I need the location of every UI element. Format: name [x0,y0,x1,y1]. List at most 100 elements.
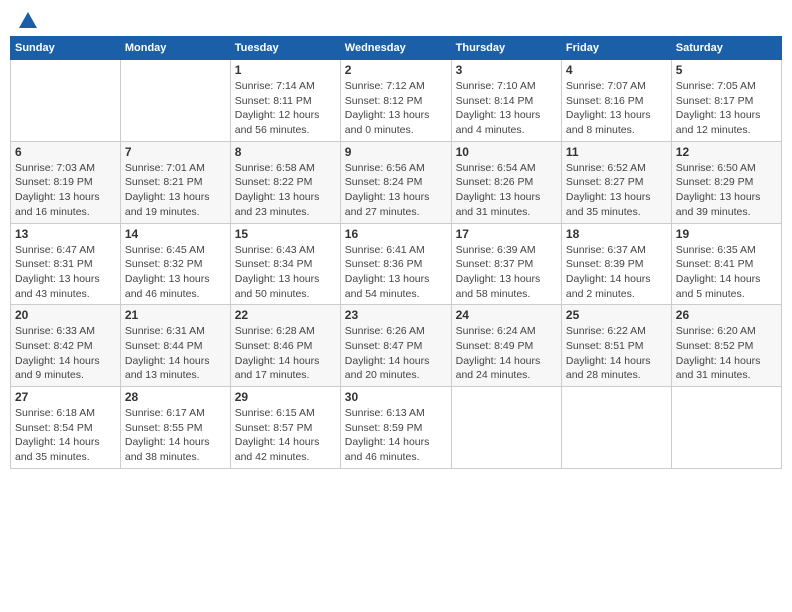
day-info: Sunrise: 6:15 AM Sunset: 8:57 PM Dayligh… [235,406,336,465]
header-friday: Friday [561,37,671,60]
day-number: 17 [456,227,557,241]
day-info: Sunrise: 6:58 AM Sunset: 8:22 PM Dayligh… [235,161,336,220]
day-number: 5 [676,63,777,77]
day-info: Sunrise: 6:43 AM Sunset: 8:34 PM Dayligh… [235,243,336,302]
day-number: 23 [345,308,447,322]
calendar-cell: 6 Sunrise: 7:03 AM Sunset: 8:19 PM Daylig… [11,141,121,223]
calendar-cell [561,387,671,469]
day-number: 10 [456,145,557,159]
calendar-cell: 11 Sunrise: 6:52 AM Sunset: 8:27 PM Dayli… [561,141,671,223]
day-number: 27 [15,390,116,404]
calendar-cell: 12 Sunrise: 6:50 AM Sunset: 8:29 PM Dayli… [671,141,781,223]
day-number: 7 [125,145,226,159]
day-info: Sunrise: 6:31 AM Sunset: 8:44 PM Dayligh… [125,324,226,383]
day-info: Sunrise: 6:39 AM Sunset: 8:37 PM Dayligh… [456,243,557,302]
calendar-cell [11,60,121,142]
calendar-table: SundayMondayTuesdayWednesdayThursdayFrid… [10,36,782,469]
day-number: 26 [676,308,777,322]
header-saturday: Saturday [671,37,781,60]
day-number: 6 [15,145,116,159]
day-number: 1 [235,63,336,77]
calendar-cell: 17 Sunrise: 6:39 AM Sunset: 8:37 PM Dayli… [451,223,561,305]
day-info: Sunrise: 6:20 AM Sunset: 8:52 PM Dayligh… [676,324,777,383]
logo-icon [17,10,39,32]
day-number: 13 [15,227,116,241]
day-info: Sunrise: 6:26 AM Sunset: 8:47 PM Dayligh… [345,324,447,383]
calendar-cell: 16 Sunrise: 6:41 AM Sunset: 8:36 PM Dayli… [340,223,451,305]
calendar-cell: 7 Sunrise: 7:01 AM Sunset: 8:21 PM Daylig… [120,141,230,223]
day-info: Sunrise: 6:41 AM Sunset: 8:36 PM Dayligh… [345,243,447,302]
calendar-cell: 25 Sunrise: 6:22 AM Sunset: 8:51 PM Dayli… [561,305,671,387]
calendar-cell: 3 Sunrise: 7:10 AM Sunset: 8:14 PM Daylig… [451,60,561,142]
calendar-week-3: 13 Sunrise: 6:47 AM Sunset: 8:31 PM Dayli… [11,223,782,305]
day-number: 11 [566,145,667,159]
day-number: 16 [345,227,447,241]
day-number: 21 [125,308,226,322]
day-number: 12 [676,145,777,159]
day-number: 3 [456,63,557,77]
day-number: 15 [235,227,336,241]
header-tuesday: Tuesday [230,37,340,60]
day-info: Sunrise: 6:13 AM Sunset: 8:59 PM Dayligh… [345,406,447,465]
page-header [10,10,782,28]
day-info: Sunrise: 7:03 AM Sunset: 8:19 PM Dayligh… [15,161,116,220]
day-info: Sunrise: 7:14 AM Sunset: 8:11 PM Dayligh… [235,79,336,138]
day-info: Sunrise: 6:56 AM Sunset: 8:24 PM Dayligh… [345,161,447,220]
calendar-cell: 5 Sunrise: 7:05 AM Sunset: 8:17 PM Daylig… [671,60,781,142]
day-number: 29 [235,390,336,404]
calendar-cell: 18Sunrise: 6:37 AM Sunset: 8:39 PM Dayli… [561,223,671,305]
calendar-cell: 8 Sunrise: 6:58 AM Sunset: 8:22 PM Daylig… [230,141,340,223]
calendar-week-5: 27 Sunrise: 6:18 AM Sunset: 8:54 PM Dayli… [11,387,782,469]
day-info: Sunrise: 6:45 AM Sunset: 8:32 PM Dayligh… [125,243,226,302]
day-info: Sunrise: 6:33 AM Sunset: 8:42 PM Dayligh… [15,324,116,383]
calendar-cell: 13 Sunrise: 6:47 AM Sunset: 8:31 PM Dayli… [11,223,121,305]
calendar-cell: 27 Sunrise: 6:18 AM Sunset: 8:54 PM Dayli… [11,387,121,469]
day-number: 25 [566,308,667,322]
day-number: 8 [235,145,336,159]
day-number: 4 [566,63,667,77]
day-info: Sunrise: 6:54 AM Sunset: 8:26 PM Dayligh… [456,161,557,220]
calendar-cell: 23 Sunrise: 6:26 AM Sunset: 8:47 PM Dayli… [340,305,451,387]
calendar-cell: 2Sunrise: 7:12 AM Sunset: 8:12 PM Daylig… [340,60,451,142]
calendar-cell: 19Sunrise: 6:35 AM Sunset: 8:41 PM Dayli… [671,223,781,305]
day-info: Sunrise: 7:01 AM Sunset: 8:21 PM Dayligh… [125,161,226,220]
calendar-cell: 21 Sunrise: 6:31 AM Sunset: 8:44 PM Dayli… [120,305,230,387]
calendar-cell [120,60,230,142]
day-info: Sunrise: 6:17 AM Sunset: 8:55 PM Dayligh… [125,406,226,465]
header-wednesday: Wednesday [340,37,451,60]
day-info: Sunrise: 6:24 AM Sunset: 8:49 PM Dayligh… [456,324,557,383]
calendar-week-4: 20 Sunrise: 6:33 AM Sunset: 8:42 PM Dayli… [11,305,782,387]
day-info: Sunrise: 6:50 AM Sunset: 8:29 PM Dayligh… [676,161,777,220]
day-info: Sunrise: 6:52 AM Sunset: 8:27 PM Dayligh… [566,161,667,220]
calendar-cell: 1 Sunrise: 7:14 AM Sunset: 8:11 PM Daylig… [230,60,340,142]
calendar-cell: 4Sunrise: 7:07 AM Sunset: 8:16 PM Daylig… [561,60,671,142]
day-info: Sunrise: 6:37 AM Sunset: 8:39 PM Dayligh… [566,243,667,302]
calendar-week-2: 6 Sunrise: 7:03 AM Sunset: 8:19 PM Daylig… [11,141,782,223]
calendar-cell: 29 Sunrise: 6:15 AM Sunset: 8:57 PM Dayli… [230,387,340,469]
calendar-cell: 30 Sunrise: 6:13 AM Sunset: 8:59 PM Dayli… [340,387,451,469]
day-info: Sunrise: 6:47 AM Sunset: 8:31 PM Dayligh… [15,243,116,302]
calendar-cell: 28Sunrise: 6:17 AM Sunset: 8:55 PM Dayli… [120,387,230,469]
calendar-week-1: 1 Sunrise: 7:14 AM Sunset: 8:11 PM Daylig… [11,60,782,142]
day-info: Sunrise: 6:18 AM Sunset: 8:54 PM Dayligh… [15,406,116,465]
calendar-cell [451,387,561,469]
calendar-cell: 24Sunrise: 6:24 AM Sunset: 8:49 PM Dayli… [451,305,561,387]
day-number: 20 [15,308,116,322]
calendar-cell [671,387,781,469]
day-info: Sunrise: 6:28 AM Sunset: 8:46 PM Dayligh… [235,324,336,383]
day-info: Sunrise: 7:10 AM Sunset: 8:14 PM Dayligh… [456,79,557,138]
calendar-cell: 14Sunrise: 6:45 AM Sunset: 8:32 PM Dayli… [120,223,230,305]
day-number: 2 [345,63,447,77]
calendar-cell: 10 Sunrise: 6:54 AM Sunset: 8:26 PM Dayli… [451,141,561,223]
calendar-cell: 26 Sunrise: 6:20 AM Sunset: 8:52 PM Dayli… [671,305,781,387]
calendar-cell: 15 Sunrise: 6:43 AM Sunset: 8:34 PM Dayli… [230,223,340,305]
calendar-header-row: SundayMondayTuesdayWednesdayThursdayFrid… [11,37,782,60]
day-info: Sunrise: 6:22 AM Sunset: 8:51 PM Dayligh… [566,324,667,383]
day-number: 9 [345,145,447,159]
calendar-cell: 9 Sunrise: 6:56 AM Sunset: 8:24 PM Daylig… [340,141,451,223]
day-number: 30 [345,390,447,404]
header-sunday: Sunday [11,37,121,60]
day-info: Sunrise: 7:05 AM Sunset: 8:17 PM Dayligh… [676,79,777,138]
day-info: Sunrise: 6:35 AM Sunset: 8:41 PM Dayligh… [676,243,777,302]
day-number: 22 [235,308,336,322]
